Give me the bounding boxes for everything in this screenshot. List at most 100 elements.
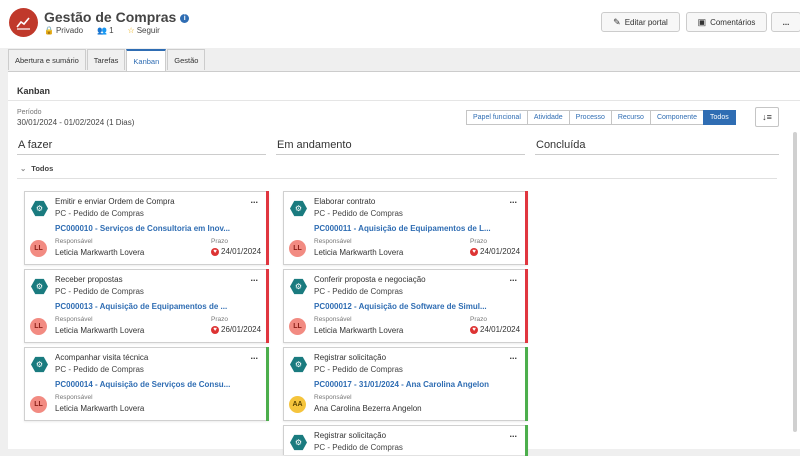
overdue-icon: ♥ (211, 247, 219, 256)
more-button[interactable]: ... (771, 12, 800, 32)
due-label: Prazo (211, 316, 228, 323)
divider (17, 178, 777, 179)
comment-icon: ▣ (697, 16, 707, 27)
responsible-name: Leticia Markwarth Lovera (55, 404, 145, 413)
privacy-indicator: 🔒 Privado (44, 26, 84, 35)
card-menu-button[interactable]: ... (509, 351, 517, 361)
responsible-name: Ana Carolina Bezerra Angelon (314, 404, 422, 413)
kanban-card[interactable]: ⚙ Emitir e enviar Ordem de Compra PC - P… (24, 191, 269, 265)
responsible-label: Responsável (55, 238, 93, 245)
users-icon: 👥 (97, 26, 108, 35)
process-icon: ⚙ (290, 356, 307, 373)
card-type: PC - Pedido de Compras (55, 365, 144, 374)
column-title-done: Concluída (536, 139, 586, 151)
filter-atividade[interactable]: Atividade (526, 110, 570, 125)
card-name: Registrar solicitação (314, 353, 387, 362)
card-type: PC - Pedido de Compras (314, 287, 403, 296)
portal-header: Gestão de Compras i 🔒 Privado 👥 1 ☆ Seguir ✎… (0, 0, 800, 48)
card-menu-button[interactable]: ... (509, 429, 517, 439)
card-link[interactable]: PC000013 - Aquisição de Equipamentos de … (55, 302, 227, 311)
comments-button[interactable]: ▣ Comentários (686, 12, 767, 32)
status-stripe (525, 425, 528, 456)
kanban-card[interactable]: ⚙ Acompanhar visita técnica PC - Pedido … (24, 347, 269, 421)
process-icon: ⚙ (31, 356, 48, 373)
kanban-card[interactable]: ⚙ Conferir proposta e negociação PC - Pe… (283, 269, 528, 343)
scrollbar[interactable] (793, 132, 797, 432)
card-name: Elaborar contrato (314, 197, 376, 206)
filter-processo[interactable]: Processo (568, 110, 612, 125)
card-name: Conferir proposta e negociação (314, 275, 426, 284)
divider (8, 100, 800, 101)
lock-icon: 🔒 (44, 26, 54, 35)
chart-icon (9, 8, 38, 37)
responsible-label: Responsável (55, 316, 93, 323)
card-menu-button[interactable]: ... (250, 273, 258, 283)
process-icon: ⚙ (290, 278, 307, 295)
period-value: 30/01/2024 - 01/02/2024 (1 Dias) (17, 118, 135, 127)
tab-tarefas[interactable]: Tarefas (86, 49, 126, 70)
responsible-label: Responsável (55, 394, 93, 401)
card-menu-button[interactable]: ... (509, 195, 517, 205)
due-date: ♥ 24/01/2024 (470, 247, 520, 256)
members-count[interactable]: 👥 1 (97, 26, 113, 35)
card-menu-button[interactable]: ... (250, 195, 258, 205)
sort-button[interactable]: ↓≡ (755, 107, 779, 127)
pencil-icon: ✎ (613, 16, 621, 27)
overdue-icon: ♥ (470, 247, 478, 256)
card-link[interactable]: PC000012 - Aquisição de Software de Simu… (314, 302, 487, 311)
card-name: Emitir e enviar Ordem de Compra (55, 197, 175, 206)
tab-kanban[interactable]: Kanban (126, 49, 167, 72)
edit-portal-button[interactable]: ✎ Editar portal (601, 12, 680, 32)
filter-componente[interactable]: Componente (649, 110, 705, 125)
filter-group: Papel funcional Atividade Processo Recur… (466, 110, 736, 125)
status-stripe (525, 191, 528, 265)
filter-papel-funcional[interactable]: Papel funcional (466, 110, 528, 125)
overdue-icon: ♥ (470, 325, 478, 334)
sort-icon: ↓≡ (762, 112, 772, 122)
kanban-card[interactable]: ⚙ Registrar solicitação PC - Pedido de C… (283, 425, 528, 456)
avatar: LL (30, 318, 47, 335)
overdue-icon: ♥ (211, 325, 219, 334)
responsible-name: Leticia Markwarth Lovera (55, 326, 145, 335)
status-stripe (525, 269, 528, 343)
tab-gestao[interactable]: Gestão (167, 49, 206, 70)
portal-meta: 🔒 Privado 👥 1 ☆ Seguir (44, 26, 160, 35)
status-stripe (525, 347, 528, 421)
card-type: PC - Pedido de Compras (314, 209, 403, 218)
responsible-name: Leticia Markwarth Lovera (314, 248, 404, 257)
page-title: Gestão de Compras i (44, 9, 190, 25)
responsible-name: Leticia Markwarth Lovera (314, 326, 404, 335)
column-underline (17, 154, 266, 155)
card-type: PC - Pedido de Compras (55, 287, 144, 296)
card-link[interactable]: PC000011 - Aquisição de Equipamentos de … (314, 224, 491, 233)
kanban-title: Kanban (17, 86, 51, 96)
kanban-card[interactable]: ⚙ Elaborar contrato PC - Pedido de Compr… (283, 191, 528, 265)
card-link[interactable]: PC000014 - Aquisição de Serviços de Cons… (55, 380, 230, 389)
card-link[interactable]: PC000017 - 31/01/2024 - Ana Carolina Ang… (314, 380, 489, 389)
follow-button[interactable]: ☆ Seguir (128, 26, 160, 35)
kanban-panel: Kanban Período 30/01/2024 - 01/02/2024 (… (8, 71, 800, 456)
period-label: Período (17, 109, 42, 116)
process-icon: ⚙ (290, 434, 307, 451)
kanban-card[interactable]: ⚙ Registrar solicitação PC - Pedido de C… (283, 347, 528, 421)
avatar: LL (30, 240, 47, 257)
kanban-card[interactable]: ⚙ Receber propostas PC - Pedido de Compr… (24, 269, 269, 343)
responsible-label: Responsável (314, 316, 352, 323)
info-icon[interactable]: i (180, 14, 190, 23)
chevron-down-icon: ⌄ (20, 164, 27, 173)
avatar: LL (30, 396, 47, 413)
card-link[interactable]: PC000010 - Serviços de Consultoria em In… (55, 224, 230, 233)
card-menu-button[interactable]: ... (509, 273, 517, 283)
avatar: LL (289, 318, 306, 335)
responsible-label: Responsável (314, 394, 352, 401)
card-menu-button[interactable]: ... (250, 351, 258, 361)
filter-recurso[interactable]: Recurso (610, 110, 651, 125)
tab-abertura[interactable]: Abertura e sumário (8, 49, 86, 70)
due-label: Prazo (211, 238, 228, 245)
avatar: LL (289, 240, 306, 257)
card-type: PC - Pedido de Compras (314, 365, 403, 374)
card-name: Acompanhar visita técnica (55, 353, 149, 362)
filter-todos[interactable]: Todos (703, 110, 736, 125)
due-date: ♥ 24/01/2024 (470, 325, 520, 334)
group-header[interactable]: ⌄ Todos (20, 164, 53, 173)
